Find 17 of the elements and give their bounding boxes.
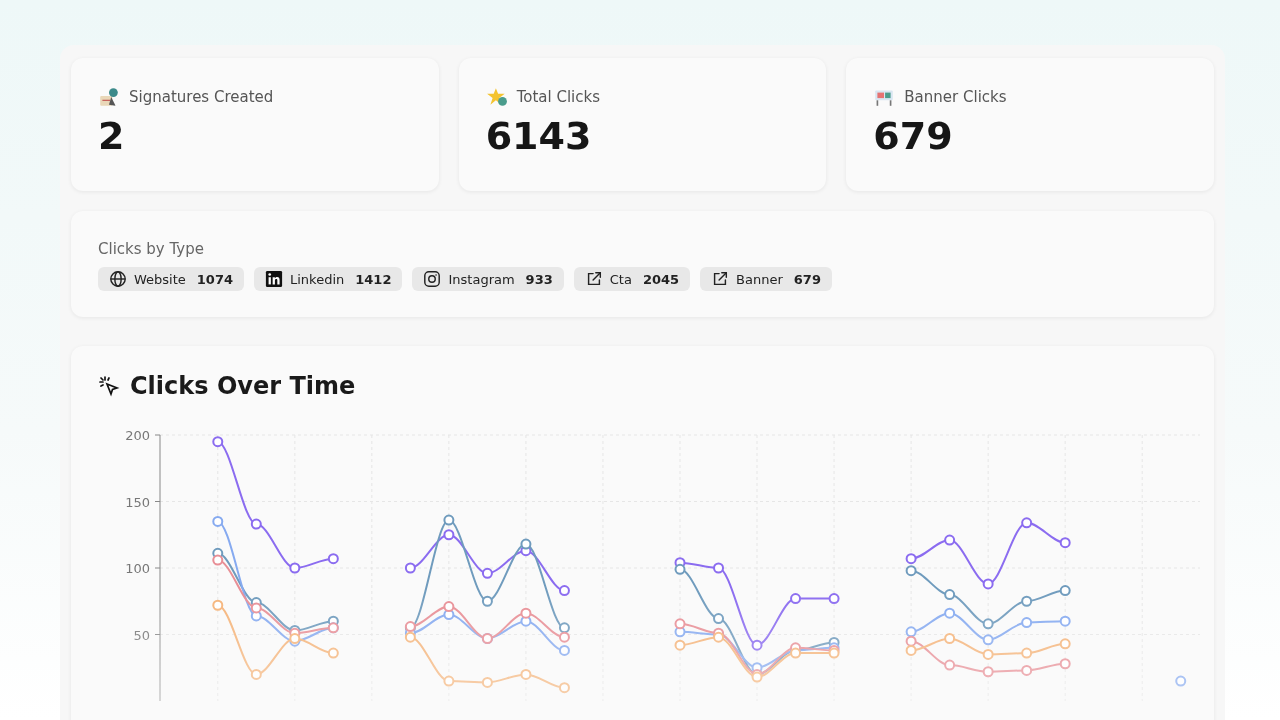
click-type-chip: Instagram 933 — [412, 267, 564, 291]
axis-label: 50 — [133, 627, 150, 643]
click-type-chip: Linkedin 1412 — [254, 267, 403, 291]
stat-value: 679 — [873, 114, 953, 158]
stat-value: 6143 — [485, 114, 592, 158]
stat-label: Banner Clicks — [904, 88, 1007, 106]
stat-label: Signatures Created — [129, 88, 274, 106]
click-type-chip: Cta 2045 — [573, 267, 691, 291]
axis-label: 200 — [125, 428, 150, 443]
axis-label: 150 — [125, 494, 150, 510]
click-type-chip: Website 1074 — [98, 267, 244, 291]
stat-label: Total Clicks — [516, 88, 600, 106]
section-title: Clicks by Type — [98, 240, 204, 258]
axis-label: 100 — [125, 561, 150, 576]
click-type-chip: Banner 679 — [700, 267, 832, 291]
chart-title: Clicks Over Time — [130, 372, 356, 400]
stat-value: 2 — [98, 114, 125, 158]
